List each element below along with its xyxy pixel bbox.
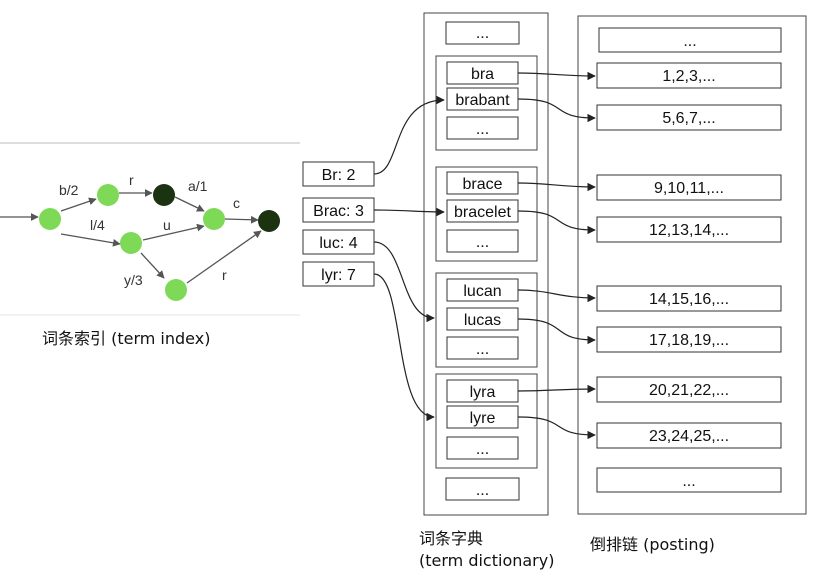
term-dictionary-caption-line: 词条字典: [419, 529, 484, 548]
dictionary-term: brabant: [455, 92, 510, 109]
posting-list: 1,2,3,...: [662, 68, 715, 85]
posting-list: 5,6,7,...: [662, 110, 715, 127]
fst-node: [165, 279, 187, 301]
inverted-index-diagram: b/2 r a/1 c l/4 u y/3 r Br: 2 Brac: 3 lu…: [0, 12, 807, 516]
dictionary-term: lucas: [464, 312, 501, 329]
term-index-entry: Br: 2: [322, 167, 356, 184]
posting-caption: 倒排链 (posting): [590, 535, 715, 554]
fst-edge-label: y/3: [124, 272, 143, 288]
fst-edge-label: u: [163, 217, 171, 233]
dictionary-term: lyra: [470, 384, 496, 401]
fst-edge-l: [60, 233, 121, 247]
fst-panel: b/2 r a/1 c l/4 u y/3 r: [0, 142, 300, 316]
dictionary-ellipsis: ...: [476, 121, 489, 138]
fst-edge-label: r: [222, 267, 227, 283]
term-dictionary: ... bra brabant ... brace bracelet ... l…: [423, 12, 549, 516]
fst-node: [120, 232, 142, 254]
dictionary-term: lucan: [463, 283, 501, 300]
posting-list: 20,21,22,...: [649, 382, 729, 399]
fst-edge-label: l/4: [90, 217, 105, 233]
dictionary-ellipsis: ...: [476, 234, 489, 251]
fst-final-node: [153, 184, 175, 206]
term-dictionary-caption-line: (term dictionary): [419, 551, 555, 570]
dictionary-ellipsis: ...: [476, 441, 489, 458]
fst-node: [39, 208, 61, 230]
posting-list: 23,24,25,...: [649, 428, 729, 445]
dictionary-term: lyre: [470, 410, 496, 427]
term-index-entry: luc: 4: [319, 235, 357, 252]
fst-edge-y: [140, 252, 165, 279]
dictionary-term: bracelet: [454, 204, 511, 221]
fst-edge-b: [60, 197, 97, 212]
posting-list: 14,15,16,...: [649, 291, 729, 308]
posting-lists: ... 1,2,3,... 5,6,7,... 9,10,11,... 12,1…: [577, 15, 807, 515]
fst-edge-label: a/1: [188, 178, 208, 194]
term-dictionary-caption: 词条字典 (term dictionary): [419, 528, 554, 572]
term-index-entry: Brac: 3: [313, 203, 364, 220]
posting-ellipsis: ...: [683, 33, 696, 50]
fst-edge-label: b/2: [59, 182, 79, 198]
posting-list: 17,18,19,...: [649, 332, 729, 349]
posting-ellipsis: ...: [682, 473, 695, 490]
fst-final-node: [258, 210, 280, 232]
fst-edge-u: [142, 223, 205, 241]
fst-edge-label: c: [233, 195, 240, 211]
fst-edge-c: [224, 215, 259, 224]
term-index-entry: lyr: 7: [321, 267, 356, 284]
posting-list: 12,13,14,...: [649, 222, 729, 239]
dictionary-term: bra: [471, 66, 494, 83]
fst-edge-a: [174, 196, 205, 212]
dictionary-ellipsis: ...: [476, 341, 489, 358]
term-index-list: Br: 2 Brac: 3 luc: 4 lyr: 7: [302, 161, 375, 287]
fst-edge-label: r: [129, 172, 134, 188]
fst-node: [203, 208, 225, 230]
fst-node: [97, 184, 119, 206]
posting-list: 9,10,11,...: [654, 180, 724, 197]
dictionary-term: brace: [462, 176, 502, 193]
dictionary-ellipsis: ...: [476, 482, 489, 499]
dictionary-ellipsis: ...: [476, 25, 489, 42]
term-index-caption: 词条索引 (term index): [42, 329, 211, 348]
